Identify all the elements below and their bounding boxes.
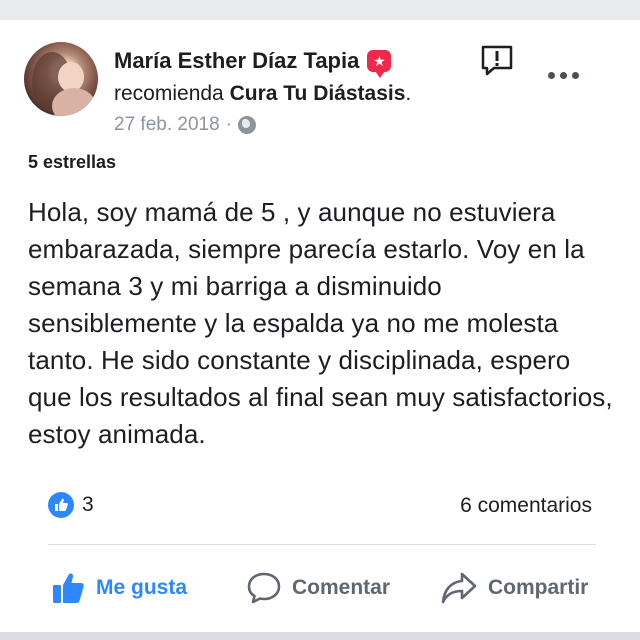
author-name[interactable]: María Esther Díaz Tapia — [114, 48, 359, 74]
report-icon[interactable] — [480, 44, 514, 76]
avatar-shirt — [52, 88, 96, 116]
comment-bubble-icon — [246, 570, 282, 606]
post-meta: 27 feb. 2018 · — [114, 114, 256, 136]
like-reaction-icon — [48, 492, 74, 518]
share-arrow-icon — [440, 570, 478, 606]
comments-count[interactable]: 6 comentarios — [460, 494, 592, 518]
post-date[interactable]: 27 feb. 2018 — [114, 114, 220, 136]
bottom-strip — [0, 632, 640, 640]
post-body: Hola, soy mamá de 5 , y aunque no estuvi… — [28, 197, 613, 449]
comment-label: Comentar — [292, 576, 391, 599]
likes-count: 3 — [82, 493, 94, 516]
like-button[interactable]: Me gusta — [50, 566, 187, 610]
page-name-link[interactable]: Cura Tu Diástasis — [230, 82, 406, 105]
avatar[interactable] — [24, 42, 98, 116]
comment-button[interactable]: Comentar — [246, 566, 390, 610]
star-badge-icon: ★ — [367, 50, 392, 78]
share-button[interactable]: Compartir — [440, 566, 588, 610]
date-separator: · — [225, 114, 232, 135]
recommend-end: . — [405, 82, 412, 105]
globe-icon — [237, 116, 256, 134]
rating-label: 5 estrellas — [28, 152, 117, 172]
thumbs-up-icon — [50, 570, 86, 606]
divider — [48, 544, 596, 545]
like-label: Me gusta — [96, 576, 188, 599]
post-card: María Esther Díaz Tapia ★ recomienda Cur… — [0, 20, 640, 632]
more-options-icon[interactable] — [548, 68, 582, 82]
recommend-verb: recomienda — [114, 82, 224, 105]
action-bar: Me gusta Comentar Compartir — [0, 566, 640, 610]
share-label: Compartir — [488, 576, 589, 599]
recommend-line: recomienda Cura Tu Diástasis. — [114, 82, 411, 106]
author-line: María Esther Díaz Tapia ★ — [114, 46, 392, 78]
reactions-summary[interactable]: 3 — [48, 492, 94, 518]
